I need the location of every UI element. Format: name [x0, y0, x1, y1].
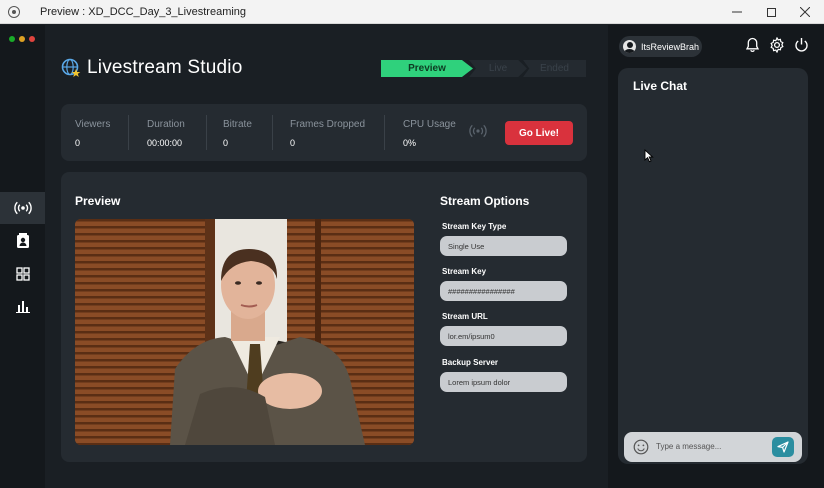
backup-server-field[interactable]: Lorem ipsum dolor: [440, 372, 567, 392]
stream-url-label: Stream URL: [442, 312, 488, 321]
yellow-dot: [19, 36, 25, 42]
broadcast-icon: [13, 201, 32, 215]
camera-feed-image: [75, 219, 414, 445]
stream-key-label: Stream Key: [442, 267, 487, 276]
app-record-icon: [8, 6, 20, 18]
step-live: Live: [469, 60, 527, 77]
right-panel: ItsReviewBrah Live Chat Type a message..…: [608, 25, 824, 488]
preview-heading: Preview: [75, 194, 121, 208]
window-dots: [9, 36, 35, 42]
stat-label: Frames Dropped: [290, 119, 366, 130]
notifications-button[interactable]: [745, 37, 760, 58]
sidebar-item-contacts[interactable]: [0, 225, 45, 257]
app-title: Livestream Studio: [61, 57, 242, 79]
stat-label: Duration: [147, 119, 185, 130]
grid-icon: [15, 267, 30, 281]
stat-label: Bitrate: [223, 119, 252, 130]
maximize-button[interactable]: [754, 0, 788, 24]
green-dot: [9, 36, 15, 42]
sidebar-item-dashboard[interactable]: [0, 258, 45, 290]
username: ItsReviewBrah: [641, 41, 700, 52]
maximize-icon: [766, 7, 776, 17]
chat-message-input[interactable]: Type a message...: [656, 442, 721, 451]
stat-value: 0: [75, 138, 81, 148]
stat-value: 0: [223, 138, 229, 148]
sidebar-item-broadcast[interactable]: [0, 192, 45, 224]
send-button[interactable]: [772, 437, 794, 457]
preview-card: Preview Stream Options Stream Key Type S…: [61, 172, 587, 462]
live-chat-heading: Live Chat: [633, 79, 688, 93]
window-title: Preview : XD_DCC_Day_3_Livestreaming: [40, 6, 247, 18]
step-ended: Ended: [523, 60, 586, 77]
chat-input-bar[interactable]: Type a message...: [624, 432, 802, 462]
power-button[interactable]: [794, 37, 809, 58]
stat-frames-dropped: Frames Dropped 0: [290, 119, 365, 148]
stream-options-heading: Stream Options: [440, 194, 530, 208]
stat-duration: Duration 00:00:00: [147, 119, 185, 148]
broadcast-icon: [469, 124, 487, 138]
backup-server-label: Backup Server: [442, 358, 499, 367]
app-title-text: Livestream Studio: [87, 57, 243, 78]
gear-icon: [770, 36, 784, 54]
minimize-icon: [732, 11, 742, 13]
stat-value: 00:00:00: [147, 138, 183, 148]
step-preview: Preview: [381, 60, 473, 77]
stat-cpu-usage: CPU Usage 0%: [403, 119, 456, 148]
stat-bitrate: Bitrate 0: [223, 119, 252, 148]
close-icon: [800, 7, 810, 17]
window-titlebar: Preview : XD_DCC_Day_3_Livestreaming: [0, 0, 824, 24]
settings-button[interactable]: [769, 36, 785, 58]
stat-value: 0: [290, 138, 296, 148]
stream-key-field[interactable]: ################: [440, 281, 567, 301]
user-profile-chip[interactable]: ItsReviewBrah: [619, 36, 702, 57]
globe-star-icon: [61, 58, 81, 77]
divider: [128, 115, 129, 150]
stat-label: Viewers: [75, 119, 111, 130]
mouse-cursor-icon: [644, 149, 654, 163]
stat-viewers: Viewers 0: [75, 119, 110, 148]
bell-icon: [745, 37, 760, 53]
send-icon: [777, 441, 789, 453]
stream-key-type-label: Stream Key Type: [442, 222, 507, 231]
divider: [206, 115, 207, 150]
sidebar-item-analytics[interactable]: [0, 290, 45, 322]
stream-key-type-select[interactable]: Single Use: [440, 236, 567, 256]
divider: [272, 115, 273, 150]
power-icon: [795, 38, 808, 52]
red-dot: [29, 36, 35, 42]
camera-preview-video: [75, 219, 414, 445]
stats-card: Viewers 0 Duration 00:00:00 Bitrate 0 Fr…: [61, 104, 587, 161]
go-live-button[interactable]: Go Live!: [505, 121, 573, 145]
avatar-icon: [623, 40, 636, 53]
stream-url-field[interactable]: lor.em/ipsum0: [440, 326, 567, 346]
bar-chart-icon: [15, 301, 30, 313]
minimize-button[interactable]: [720, 0, 754, 24]
stat-label: CPU Usage: [403, 119, 456, 130]
contact-book-icon: [16, 233, 29, 248]
divider: [384, 115, 385, 150]
left-sidebar: [0, 25, 45, 488]
close-window-button[interactable]: [788, 0, 822, 24]
emoji-icon[interactable]: [633, 439, 649, 455]
live-chat-card: Live Chat Type a message...: [618, 68, 808, 464]
stat-value: 0%: [403, 138, 417, 148]
broadcast-status-icon-wrap: [469, 124, 487, 143]
stream-progress-steps: Ended Live Preview: [381, 60, 586, 77]
